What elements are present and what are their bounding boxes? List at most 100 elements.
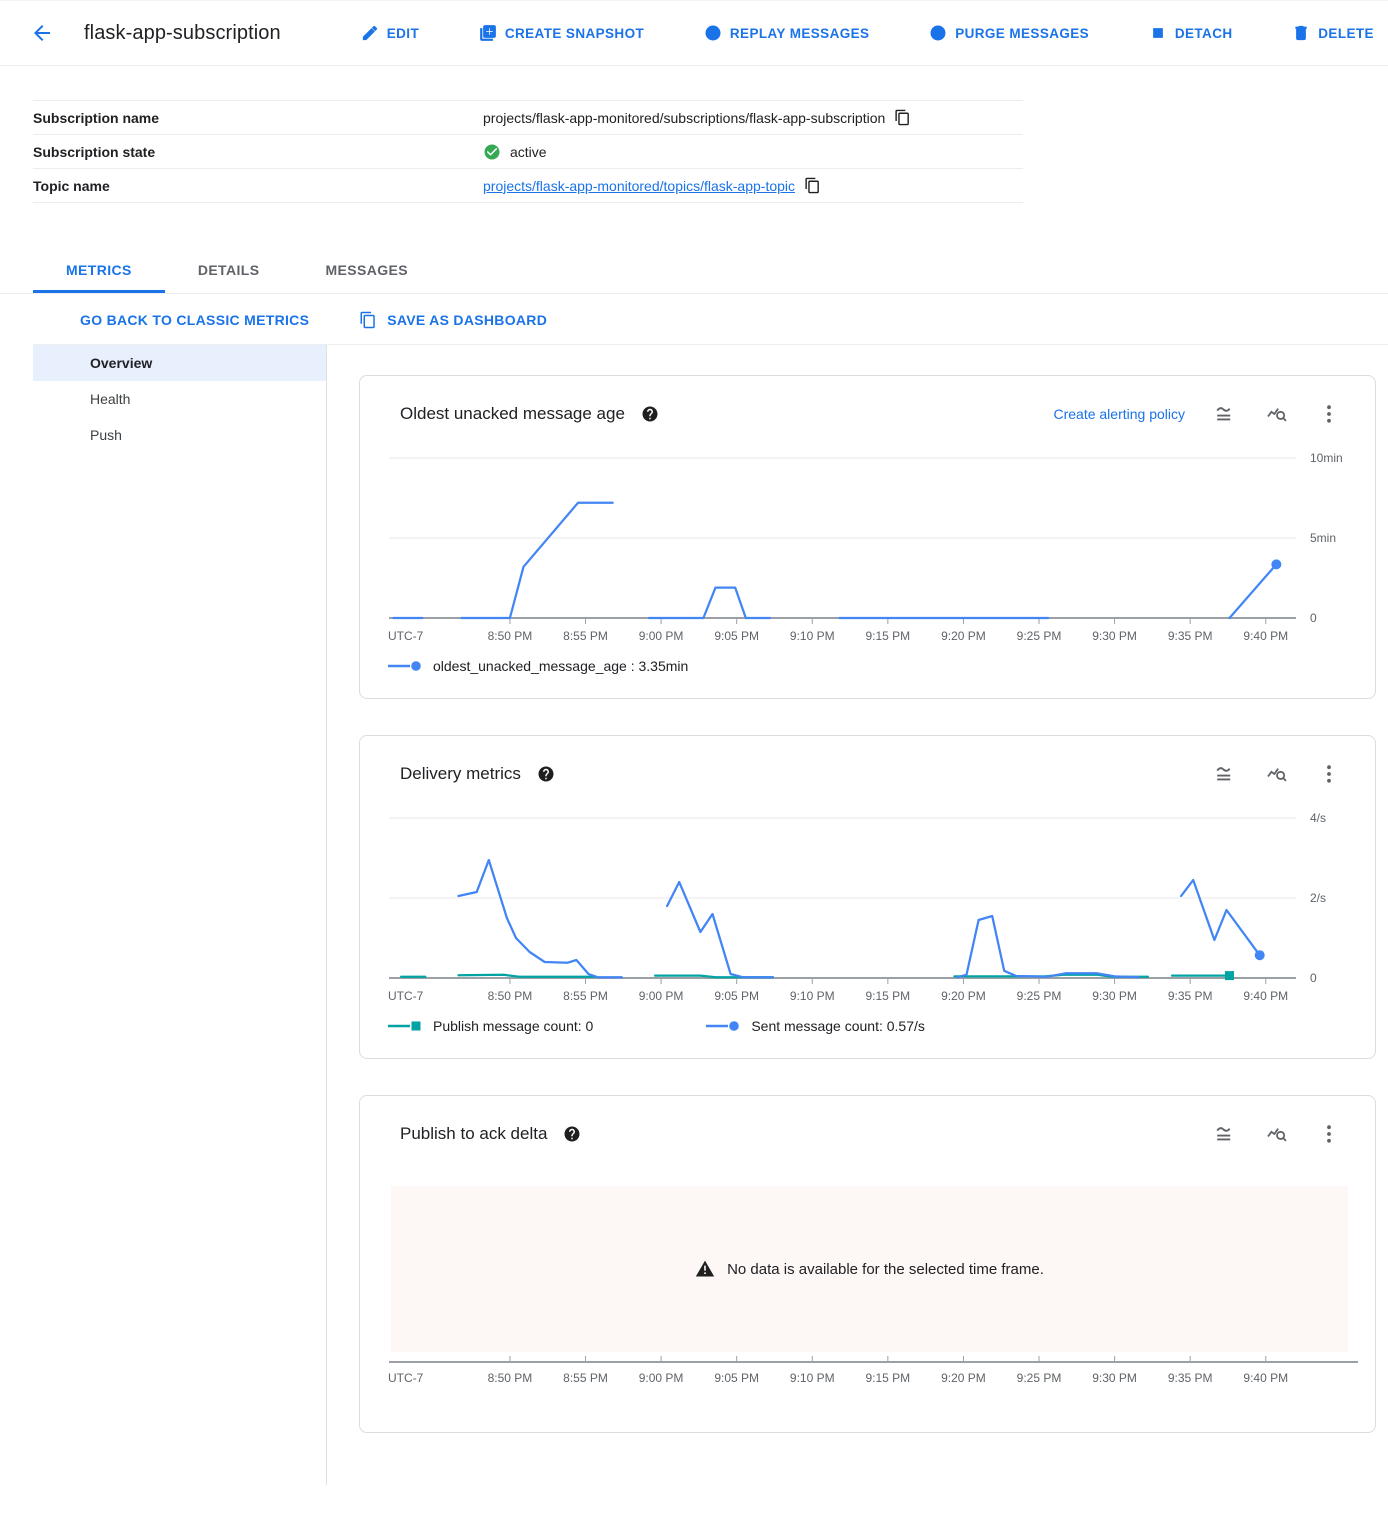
- topic-link[interactable]: projects/flask-app-monitored/topics/flas…: [483, 178, 795, 194]
- copy-icon[interactable]: [894, 109, 911, 126]
- sidenav-item-overview[interactable]: Overview: [33, 345, 326, 381]
- view-in-metrics-explorer-icon[interactable]: [1265, 1122, 1289, 1146]
- sidenav-item-push[interactable]: Push: [33, 417, 326, 453]
- chart-title: Publish to ack delta: [400, 1124, 547, 1144]
- subscription-state-value: active: [510, 144, 547, 160]
- legend-label: oldest_unacked_message_age : 3.35min: [433, 658, 688, 674]
- svg-text:8:55 PM: 8:55 PM: [563, 989, 608, 1003]
- replay-messages-button[interactable]: REPLAY MESSAGES: [704, 24, 870, 42]
- more-options-icon[interactable]: [1317, 1122, 1341, 1146]
- help-icon[interactable]: [563, 1125, 581, 1143]
- purge-messages-button[interactable]: PURGE MESSAGES: [929, 24, 1089, 42]
- svg-text:UTC-7: UTC-7: [388, 1371, 424, 1385]
- topic-name-label: Topic name: [33, 178, 483, 194]
- svg-text:9:40 PM: 9:40 PM: [1243, 989, 1288, 1003]
- page-title: flask-app-subscription: [84, 22, 281, 45]
- chart-plot[interactable]: No data is available for the selected ti…: [360, 1150, 1375, 1432]
- svg-text:9:35 PM: 9:35 PM: [1168, 1371, 1213, 1385]
- view-in-metrics-explorer-icon[interactable]: [1265, 762, 1289, 786]
- edit-label: EDIT: [387, 26, 419, 41]
- create-snapshot-button[interactable]: CREATE SNAPSHOT: [479, 24, 644, 42]
- svg-text:10min: 10min: [1310, 451, 1343, 465]
- go-back-classic-metrics-button[interactable]: GO BACK TO CLASSIC METRICS: [80, 312, 309, 328]
- check-circle-icon: [483, 143, 501, 161]
- card-controls: [1213, 1122, 1341, 1146]
- svg-text:5min: 5min: [1310, 531, 1336, 545]
- metric-card: Publish to ack delta No data is availabl…: [359, 1095, 1376, 1433]
- svg-text:9:00 PM: 9:00 PM: [639, 1371, 684, 1385]
- info-row-subscription-name: Subscription name projects/flask-app-mon…: [33, 101, 1023, 135]
- no-data-text: No data is available for the selected ti…: [727, 1261, 1044, 1278]
- svg-text:8:50 PM: 8:50 PM: [488, 989, 533, 1003]
- subscription-info: Subscription name projects/flask-app-mon…: [33, 100, 1023, 203]
- edit-button[interactable]: EDIT: [361, 24, 419, 42]
- svg-text:8:55 PM: 8:55 PM: [563, 629, 608, 643]
- chart-plot[interactable]: 4/s2/s08:50 PM8:55 PM9:00 PM9:05 PM9:10 …: [360, 790, 1375, 1014]
- header-actions: EDIT CREATE SNAPSHOT REPLAY MESSAGES PUR…: [361, 24, 1374, 42]
- metrics-sidenav: Overview Health Push: [33, 345, 326, 1485]
- svg-text:9:40 PM: 9:40 PM: [1243, 629, 1288, 643]
- more-options-icon[interactable]: [1317, 402, 1341, 426]
- minus-circle-icon: [929, 24, 947, 42]
- detach-button[interactable]: DETACH: [1149, 24, 1233, 42]
- svg-text:9:20 PM: 9:20 PM: [941, 1371, 986, 1385]
- back-arrow-icon[interactable]: [30, 21, 58, 45]
- trash-icon: [1292, 24, 1310, 42]
- svg-text:9:20 PM: 9:20 PM: [941, 989, 986, 1003]
- chart-title: Delivery metrics: [400, 764, 521, 784]
- more-options-icon[interactable]: [1317, 762, 1341, 786]
- create-alerting-policy-link[interactable]: Create alerting policy: [1053, 406, 1185, 422]
- view-in-metrics-explorer-icon[interactable]: [1265, 402, 1289, 426]
- topbar: flask-app-subscription EDIT CREATE SNAPS…: [0, 1, 1388, 66]
- legend-label: Sent message count: 0.57/s: [751, 1018, 925, 1034]
- metric-card: Delivery metrics 4/s2/s08:50 PM8:55 PM9:…: [359, 735, 1376, 1059]
- legend-item-sent_message_count: Sent message count: 0.57/s: [705, 1018, 925, 1034]
- save-dashboard-icon: [359, 311, 377, 329]
- metrics-body: Overview Health Push Oldest unacked mess…: [33, 344, 1388, 1485]
- chart-title: Oldest unacked message age: [400, 404, 625, 424]
- delete-button[interactable]: DELETE: [1292, 24, 1374, 42]
- svg-text:9:05 PM: 9:05 PM: [714, 629, 759, 643]
- subscription-detail-page: flask-app-subscription EDIT CREATE SNAPS…: [0, 0, 1388, 1520]
- create-snapshot-label: CREATE SNAPSHOT: [505, 26, 644, 41]
- svg-text:0: 0: [1310, 611, 1317, 625]
- legend-item-oldest_unacked_message_age: oldest_unacked_message_age : 3.35min: [387, 658, 688, 674]
- svg-text:9:15 PM: 9:15 PM: [865, 1371, 910, 1385]
- add-snapshot-icon: [479, 24, 497, 42]
- svg-text:UTC-7: UTC-7: [388, 989, 424, 1003]
- pencil-icon: [361, 24, 379, 42]
- svg-text:9:30 PM: 9:30 PM: [1092, 989, 1137, 1003]
- legend-toggle-icon[interactable]: [1213, 402, 1237, 426]
- legend-toggle-icon[interactable]: [1213, 1122, 1237, 1146]
- card-controls: [1213, 762, 1341, 786]
- chart-plot[interactable]: 10min5min08:50 PM8:55 PM9:00 PM9:05 PM9:…: [360, 430, 1375, 654]
- warning-icon: [695, 1259, 715, 1279]
- sidenav-item-health[interactable]: Health: [33, 381, 326, 417]
- legend-toggle-icon[interactable]: [1213, 762, 1237, 786]
- svg-text:9:30 PM: 9:30 PM: [1092, 1371, 1137, 1385]
- metric-card: Oldest unacked message age Create alerti…: [359, 375, 1376, 699]
- svg-text:9:10 PM: 9:10 PM: [790, 1371, 835, 1385]
- svg-text:9:35 PM: 9:35 PM: [1168, 989, 1213, 1003]
- svg-text:4/s: 4/s: [1310, 811, 1326, 825]
- svg-text:9:25 PM: 9:25 PM: [1017, 1371, 1062, 1385]
- subscription-name-value: projects/flask-app-monitored/subscriptio…: [483, 110, 885, 126]
- svg-text:0: 0: [1310, 971, 1317, 985]
- square-icon: [1149, 24, 1167, 42]
- legend-item-publish_message_count: Publish message count: 0: [387, 1018, 593, 1034]
- copy-icon[interactable]: [804, 177, 821, 194]
- svg-text:9:35 PM: 9:35 PM: [1168, 629, 1213, 643]
- svg-text:8:50 PM: 8:50 PM: [488, 629, 533, 643]
- legend-label: Publish message count: 0: [433, 1018, 593, 1034]
- replay-messages-label: REPLAY MESSAGES: [730, 26, 870, 41]
- subscription-state-label: Subscription state: [33, 144, 483, 160]
- go-back-classic-metrics-label: GO BACK TO CLASSIC METRICS: [80, 312, 309, 328]
- save-as-dashboard-button[interactable]: SAVE AS DASHBOARD: [359, 311, 547, 329]
- tab-metrics[interactable]: METRICS: [33, 247, 165, 293]
- tab-messages[interactable]: MESSAGES: [292, 247, 441, 293]
- help-icon[interactable]: [641, 405, 659, 423]
- svg-text:9:15 PM: 9:15 PM: [865, 629, 910, 643]
- help-icon[interactable]: [537, 765, 555, 783]
- chart-legend: oldest_unacked_message_age : 3.35min: [360, 654, 1375, 698]
- tab-details[interactable]: DETAILS: [165, 247, 293, 293]
